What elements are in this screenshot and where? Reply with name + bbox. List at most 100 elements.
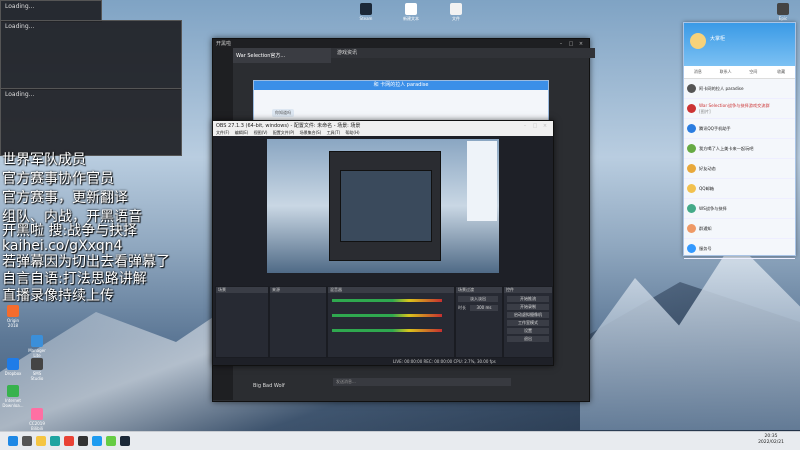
preview-qq-panel xyxy=(467,141,497,221)
call-banner: 和 卡网的拉人 paradise xyxy=(254,81,548,90)
list-item[interactable]: 腾讯QQ手机助手 xyxy=(684,119,795,139)
minimize-icon[interactable]: – xyxy=(556,41,566,47)
start-icon[interactable] xyxy=(8,436,18,446)
avatar[interactable] xyxy=(690,33,706,49)
obs-statusbar: LIVE: 00:00:00 REC: 00:00:00 CPU: 2.7%, … xyxy=(393,359,496,364)
icon-label: 文件 xyxy=(452,16,460,21)
obs-preview[interactable] xyxy=(267,139,499,273)
studio-mode-button[interactable]: 工作室模式 xyxy=(507,320,549,326)
server-name[interactable]: War Selection官方... xyxy=(233,48,331,63)
tab-favorites[interactable]: 收藏 xyxy=(767,66,795,78)
scenes-panel[interactable]: 场景 xyxy=(215,286,269,358)
desktop-icon[interactable]: Manager Lite xyxy=(26,335,48,358)
start-stream-button[interactable]: 开始推流 xyxy=(507,296,549,302)
sources-panel[interactable]: 来源 xyxy=(269,286,327,358)
voice-user[interactable]: Big Bad Wolf xyxy=(235,377,349,395)
overlay-line: 官方赛事协作官员 xyxy=(2,171,114,187)
panel-header: 混音器 xyxy=(328,287,454,293)
chat-name: 群通知 xyxy=(699,225,712,231)
explorer-icon[interactable] xyxy=(36,436,46,446)
chrome-icon[interactable] xyxy=(64,436,74,446)
steam-icon[interactable] xyxy=(120,436,130,446)
exit-button[interactable]: 退出 xyxy=(507,336,549,342)
icon-label: CC2019 Bilibili xyxy=(29,421,45,431)
loading-title: Loading... xyxy=(5,23,35,30)
menu-item[interactable]: 帮助(H) xyxy=(345,130,359,135)
menu-item[interactable]: 文件(F) xyxy=(216,130,229,135)
maximize-icon[interactable]: □ xyxy=(530,123,540,129)
epic-icon xyxy=(777,3,789,15)
desktop-icon[interactable]: Origin 2018 xyxy=(2,305,24,328)
studio-icon xyxy=(31,358,43,370)
chat-input[interactable]: 发送消息... xyxy=(333,378,511,386)
bilibili-icon xyxy=(31,408,43,420)
desktop-icon[interactable]: 新建文本 xyxy=(400,3,422,22)
avatar xyxy=(687,84,696,93)
loading-title: Loading... xyxy=(5,3,35,10)
edge-icon[interactable] xyxy=(50,436,60,446)
avatar xyxy=(687,224,696,233)
clock[interactable]: 20:35 2022/02/21 xyxy=(758,434,784,446)
mixer-meter xyxy=(332,314,442,317)
mixer-panel[interactable]: 混音器 xyxy=(327,286,455,358)
qq-call-window[interactable]: 和 卡网的拉人 paradise 你知道吗 xyxy=(253,80,549,122)
list-item[interactable]: 服务号 xyxy=(684,239,795,259)
virtual-camera-button[interactable]: 启动虚拟摄像机 xyxy=(507,312,549,318)
avatar xyxy=(687,144,696,153)
qq-tabs: 消息 联系人 空间 收藏 xyxy=(684,66,795,79)
list-item[interactable]: 好友动态 xyxy=(684,159,795,179)
tab-messages[interactable]: 消息 xyxy=(684,66,712,78)
duration-label: 时长 xyxy=(458,305,466,310)
window-controls[interactable]: – □ × xyxy=(520,123,550,129)
duration-input[interactable]: 300 ms xyxy=(470,305,498,311)
controls-panel[interactable]: 控件 开始推流 开始录制 启动虚拟摄像机 工作室模式 设置 退出 xyxy=(503,286,553,358)
desktop-icon[interactable]: SMS Studio xyxy=(26,358,48,381)
menu-item[interactable]: 视图(V) xyxy=(254,130,268,135)
menu-item[interactable]: 场景集合(S) xyxy=(300,130,322,135)
list-item[interactable]: WS战争与抉择 xyxy=(684,199,795,219)
menu-item[interactable]: 配置文件(P) xyxy=(273,130,295,135)
menu-item[interactable]: 工具(T) xyxy=(327,130,341,135)
desktop-icon[interactable]: CC2019 Bilibili xyxy=(26,408,48,431)
list-item[interactable]: 群通知 xyxy=(684,219,795,239)
loading-window[interactable]: Loading... xyxy=(0,0,102,22)
search-icon[interactable] xyxy=(22,436,32,446)
menu-item[interactable]: 编辑(E) xyxy=(235,130,249,135)
window-controls[interactable]: – □ × xyxy=(556,41,586,47)
avatar xyxy=(687,124,696,133)
loading-window[interactable]: Loading... xyxy=(0,88,182,156)
taskbar: 20:35 2022/02/21 xyxy=(0,431,800,450)
close-icon[interactable]: × xyxy=(540,123,550,129)
desktop-icon[interactable]: Dropbox xyxy=(2,358,24,376)
icon-label: Steam xyxy=(359,16,373,21)
qq-panel[interactable]: 大掌柜 消息 联系人 空间 收藏 阿卡网的拉人 paradise War Sel… xyxy=(683,22,796,259)
loading-title: Loading... xyxy=(5,91,35,98)
maximize-icon[interactable]: □ xyxy=(566,41,576,47)
origin-icon xyxy=(7,305,19,317)
list-item[interactable]: QQ邮箱 xyxy=(684,179,795,199)
desktop-icon[interactable]: Steam xyxy=(355,3,377,21)
qq-icon[interactable] xyxy=(92,436,102,446)
tab-contacts[interactable]: 联系人 xyxy=(712,66,740,78)
chat-name: QQ邮箱 xyxy=(699,185,714,191)
list-item[interactable]: 阿卡网的拉人 paradise xyxy=(684,79,795,99)
transition-select[interactable]: 淡入淡出 xyxy=(458,296,498,302)
list-item[interactable]: War Selection战争与抉择游戏交流群 [图片] xyxy=(684,99,795,119)
settings-button[interactable]: 设置 xyxy=(507,328,549,334)
chat-name: 好友动态 xyxy=(699,165,716,171)
panel-header: 控件 xyxy=(504,287,552,293)
desktop-icon[interactable]: 文件 xyxy=(445,3,467,22)
minimize-icon[interactable]: – xyxy=(520,123,530,129)
obs-icon[interactable] xyxy=(78,436,88,446)
obs-window[interactable]: OBS 27.1.3 (64-bit, windows) - 配置文件: 未命名… xyxy=(212,120,554,366)
transitions-panel[interactable]: 场景过渡 淡入淡出 时长 300 ms xyxy=(455,286,503,358)
desktop-icon[interactable]: Epic xyxy=(772,3,794,21)
loading-window[interactable]: Loading... xyxy=(0,20,182,90)
desktop-icon[interactable]: Internet Downloa... xyxy=(2,385,24,408)
list-item[interactable]: 我方喝了人上美卡来一起玩吧 xyxy=(684,139,795,159)
dismiss-chip[interactable]: 你知道吗 xyxy=(272,109,294,117)
close-icon[interactable]: × xyxy=(576,41,586,47)
tab-space[interactable]: 空间 xyxy=(740,66,768,78)
kook-icon[interactable] xyxy=(106,436,116,446)
start-record-button[interactable]: 开始录制 xyxy=(507,304,549,310)
